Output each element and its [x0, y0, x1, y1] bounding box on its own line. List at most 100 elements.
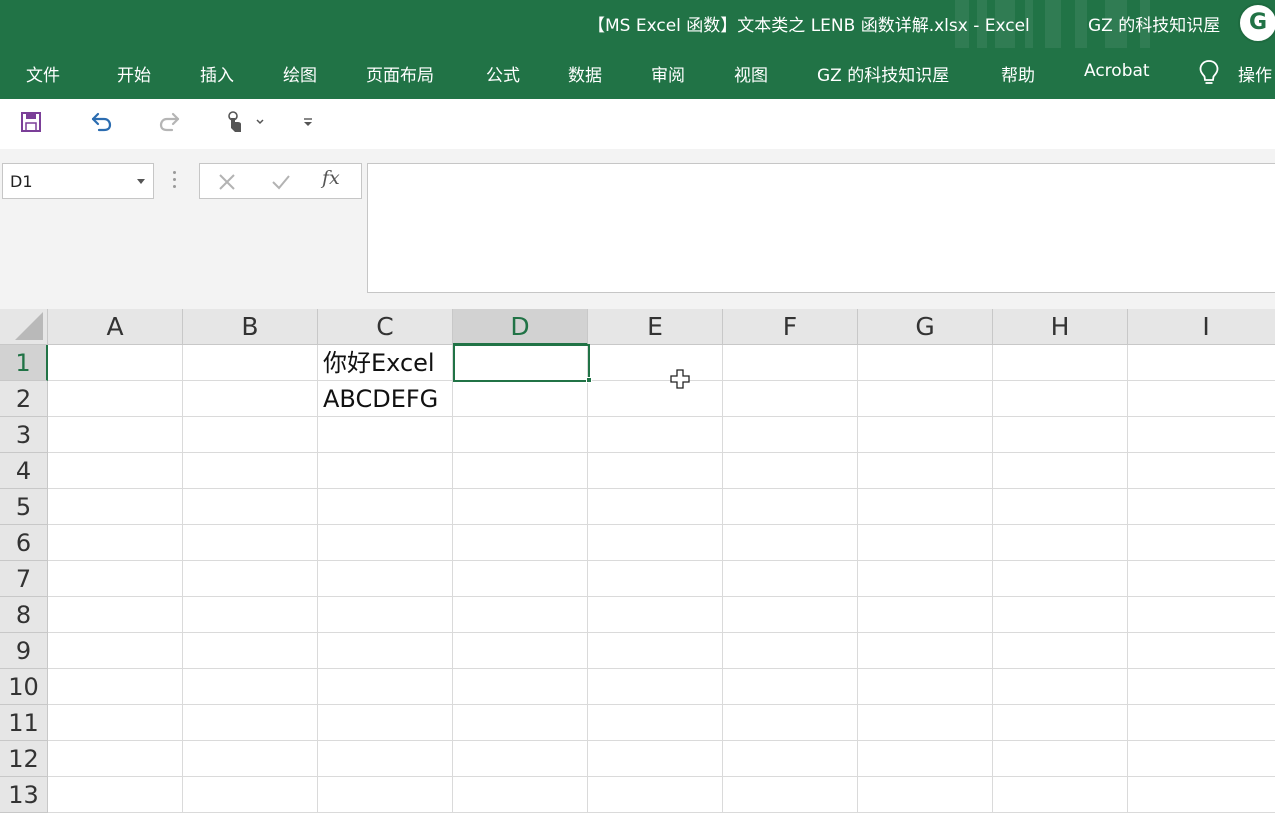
- cell-f7[interactable]: [723, 561, 858, 597]
- cell-e9[interactable]: [588, 633, 723, 669]
- cell-a8[interactable]: [48, 597, 183, 633]
- name-box[interactable]: D1: [2, 163, 154, 199]
- cell-h4[interactable]: [993, 453, 1128, 489]
- cell-e2[interactable]: [588, 381, 723, 417]
- cell-h5[interactable]: [993, 489, 1128, 525]
- row-header-8[interactable]: 8: [0, 597, 48, 633]
- cell-h3[interactable]: [993, 417, 1128, 453]
- cell-h6[interactable]: [993, 525, 1128, 561]
- cell-g10[interactable]: [858, 669, 993, 705]
- cell-c10[interactable]: [318, 669, 453, 705]
- cell-d13[interactable]: [453, 777, 588, 813]
- cell-a1[interactable]: [48, 345, 183, 381]
- tab-formulas[interactable]: 公式: [486, 61, 520, 86]
- tab-view[interactable]: 视图: [734, 61, 768, 86]
- cell-b6[interactable]: [183, 525, 318, 561]
- cell-f9[interactable]: [723, 633, 858, 669]
- cell-e10[interactable]: [588, 669, 723, 705]
- cell-e12[interactable]: [588, 741, 723, 777]
- cell-i13[interactable]: [1128, 777, 1275, 813]
- cell-f4[interactable]: [723, 453, 858, 489]
- cell-c11[interactable]: [318, 705, 453, 741]
- cell-e8[interactable]: [588, 597, 723, 633]
- column-header-c[interactable]: C: [318, 309, 453, 345]
- cell-f11[interactable]: [723, 705, 858, 741]
- tab-page-layout[interactable]: 页面布局: [366, 61, 434, 86]
- cell-f5[interactable]: [723, 489, 858, 525]
- tab-draw[interactable]: 绘图: [283, 61, 317, 86]
- cell-f12[interactable]: [723, 741, 858, 777]
- cell-b1[interactable]: [183, 345, 318, 381]
- cell-c7[interactable]: [318, 561, 453, 597]
- cell-b11[interactable]: [183, 705, 318, 741]
- enter-icon[interactable]: [268, 170, 294, 194]
- column-header-d[interactable]: D: [453, 309, 588, 345]
- row-header-9[interactable]: 9: [0, 633, 48, 669]
- column-header-a[interactable]: A: [48, 309, 183, 345]
- cell-d11[interactable]: [453, 705, 588, 741]
- cell-d4[interactable]: [453, 453, 588, 489]
- cell-c9[interactable]: [318, 633, 453, 669]
- cell-h1[interactable]: [993, 345, 1128, 381]
- cell-c2[interactable]: ABCDEFG: [318, 381, 453, 417]
- column-header-f[interactable]: F: [723, 309, 858, 345]
- cancel-icon[interactable]: [214, 170, 240, 194]
- cell-i10[interactable]: [1128, 669, 1275, 705]
- cell-b3[interactable]: [183, 417, 318, 453]
- cell-c4[interactable]: [318, 453, 453, 489]
- cell-h9[interactable]: [993, 633, 1128, 669]
- formula-input[interactable]: [367, 163, 1275, 293]
- cell-a10[interactable]: [48, 669, 183, 705]
- cell-i7[interactable]: [1128, 561, 1275, 597]
- cell-g13[interactable]: [858, 777, 993, 813]
- cell-f6[interactable]: [723, 525, 858, 561]
- cell-a5[interactable]: [48, 489, 183, 525]
- cell-f8[interactable]: [723, 597, 858, 633]
- cell-i3[interactable]: [1128, 417, 1275, 453]
- lightbulb-icon[interactable]: [1198, 59, 1220, 87]
- row-header-2[interactable]: 2: [0, 381, 48, 417]
- cell-i11[interactable]: [1128, 705, 1275, 741]
- row-header-10[interactable]: 10: [0, 669, 48, 705]
- cell-g11[interactable]: [858, 705, 993, 741]
- cell-b7[interactable]: [183, 561, 318, 597]
- cell-g2[interactable]: [858, 381, 993, 417]
- cell-e6[interactable]: [588, 525, 723, 561]
- cell-d8[interactable]: [453, 597, 588, 633]
- cell-d12[interactable]: [453, 741, 588, 777]
- cell-e3[interactable]: [588, 417, 723, 453]
- redo-icon[interactable]: [156, 109, 186, 137]
- column-header-h[interactable]: H: [993, 309, 1128, 345]
- row-header-3[interactable]: 3: [0, 417, 48, 453]
- touch-mode-icon[interactable]: [222, 109, 268, 137]
- cell-g8[interactable]: [858, 597, 993, 633]
- cell-b12[interactable]: [183, 741, 318, 777]
- cell-a6[interactable]: [48, 525, 183, 561]
- cell-d7[interactable]: [453, 561, 588, 597]
- cell-h2[interactable]: [993, 381, 1128, 417]
- cell-d10[interactable]: [453, 669, 588, 705]
- cell-c6[interactable]: [318, 525, 453, 561]
- cell-g3[interactable]: [858, 417, 993, 453]
- row-header-7[interactable]: 7: [0, 561, 48, 597]
- cell-b10[interactable]: [183, 669, 318, 705]
- cell-a11[interactable]: [48, 705, 183, 741]
- column-header-i[interactable]: I: [1128, 309, 1275, 345]
- cell-g5[interactable]: [858, 489, 993, 525]
- cell-c12[interactable]: [318, 741, 453, 777]
- cell-b9[interactable]: [183, 633, 318, 669]
- row-header-12[interactable]: 12: [0, 741, 48, 777]
- cell-h13[interactable]: [993, 777, 1128, 813]
- tab-data[interactable]: 数据: [568, 61, 602, 86]
- avatar[interactable]: G: [1238, 3, 1275, 43]
- cell-h11[interactable]: [993, 705, 1128, 741]
- cell-i5[interactable]: [1128, 489, 1275, 525]
- customize-qat-icon[interactable]: [298, 109, 318, 137]
- cell-b13[interactable]: [183, 777, 318, 813]
- cell-d1[interactable]: [453, 345, 588, 381]
- row-header-6[interactable]: 6: [0, 525, 48, 561]
- select-all-button[interactable]: [0, 309, 48, 345]
- save-icon[interactable]: [18, 109, 48, 137]
- cell-e7[interactable]: [588, 561, 723, 597]
- cell-g12[interactable]: [858, 741, 993, 777]
